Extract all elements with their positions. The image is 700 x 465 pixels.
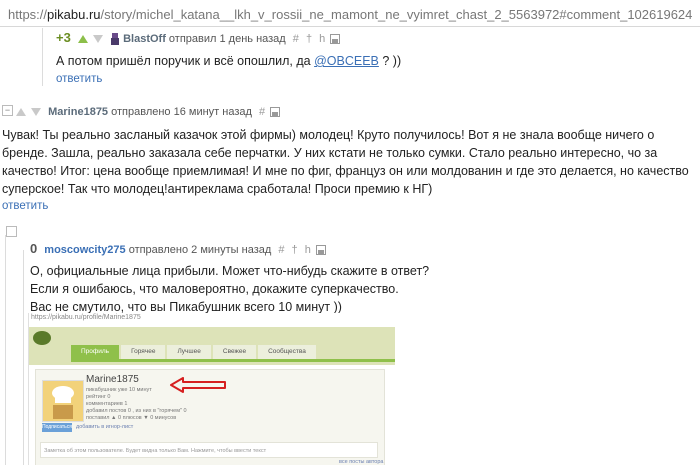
- profile-stat: комментариев 1: [86, 401, 128, 407]
- comment-time: отправлено 16 минут назад: [111, 106, 252, 118]
- comment-score: +3: [56, 30, 71, 45]
- thread-line: [42, 28, 43, 86]
- note-field: Заметка об этом пользователе. Будет видн…: [40, 442, 378, 458]
- comment-score: 0: [30, 241, 38, 256]
- address-bar[interactable]: https://pikabu.ru/story/michel_katana__l…: [0, 0, 700, 27]
- reply-link[interactable]: ответить: [56, 73, 102, 85]
- upvote-icon[interactable]: [77, 35, 88, 44]
- tab-hot: Горячее: [121, 345, 166, 359]
- comment-text: А потом пришёл поручик и всё опошлил, да…: [56, 54, 402, 68]
- profile-stat: добавил постов 0 , из них в "горячем" 0: [86, 408, 187, 414]
- chef-avatar-icon: [52, 386, 74, 419]
- profile-stat: поставил ▲ 0 плюсов ▼ 0 минусов: [86, 415, 177, 421]
- embedded-screenshot[interactable]: https://pikabu.ru/profile/Marine1875 Про…: [28, 313, 395, 465]
- subscribe-button: Подписаться: [42, 423, 72, 432]
- tab-profile: Профиль: [71, 345, 120, 359]
- comment-tools[interactable]: #: [259, 106, 267, 118]
- upvote-icon[interactable]: [16, 108, 26, 117]
- thread-line: [23, 250, 24, 465]
- avatar[interactable]: [110, 33, 120, 46]
- address-url[interactable]: https://pikabu.ru/story/michel_katana__l…: [8, 7, 692, 22]
- comment-text: О, официальные лица прибыли. Может что-н…: [30, 264, 430, 314]
- comment-author[interactable]: BlastOff: [123, 33, 166, 45]
- save-icon[interactable]: [315, 245, 326, 256]
- comment-author[interactable]: Marine1875: [48, 106, 108, 118]
- comment-tools[interactable]: # † h: [293, 33, 327, 45]
- save-icon[interactable]: [330, 34, 341, 45]
- profile-avatar: [42, 380, 84, 422]
- comment-author[interactable]: moscowcity275: [44, 244, 125, 256]
- downvote-icon[interactable]: [31, 108, 42, 117]
- more-posts-link: все посты автора: [339, 459, 384, 465]
- tab-fresh: Свежее: [212, 345, 257, 359]
- collapse-toggle[interactable]: [6, 226, 17, 237]
- comment-text: Чувак! Ты реально засланый казачок этой …: [2, 128, 689, 196]
- red-arrow-annotation-icon: [170, 377, 226, 393]
- collapse-toggle[interactable]: −: [2, 105, 13, 116]
- embedded-tab-underline: [71, 359, 395, 362]
- comment-time: отправлено 2 минуты назад: [128, 244, 272, 256]
- embedded-address: https://pikabu.ru/profile/Marine1875: [31, 314, 141, 321]
- profile-stat: рейтинг 0: [86, 394, 111, 400]
- tab-best: Лучшее: [167, 345, 211, 359]
- ignore-link: добавить в игнор-лист: [76, 424, 134, 430]
- downvote-icon[interactable]: [92, 35, 103, 44]
- comment-time: отправил 1 день назад: [168, 33, 286, 45]
- comment-header: 0 moscowcity275 отправлено 2 минуты наза…: [30, 241, 326, 256]
- embedded-tabs: Профиль Горячее Лучшее Свежее Сообщества: [71, 345, 318, 359]
- save-icon[interactable]: [270, 107, 281, 118]
- profile-stat: пикабушник уже 10 минут: [86, 387, 152, 393]
- comment-header: Marine1875 отправлено 16 минут назад #: [16, 106, 281, 118]
- profile-name: Marine1875: [86, 374, 139, 385]
- user-mention-link[interactable]: @OBCEEB: [314, 54, 379, 68]
- comment-header: +3 BlastOff отправил 1 день назад # † h: [56, 30, 341, 46]
- thread-line: [5, 235, 6, 465]
- tab-communities: Сообщества: [258, 345, 316, 359]
- comment-tools[interactable]: # † h: [278, 244, 312, 256]
- pikabu-logo-icon: [33, 331, 51, 345]
- reply-link[interactable]: ответить: [2, 200, 48, 212]
